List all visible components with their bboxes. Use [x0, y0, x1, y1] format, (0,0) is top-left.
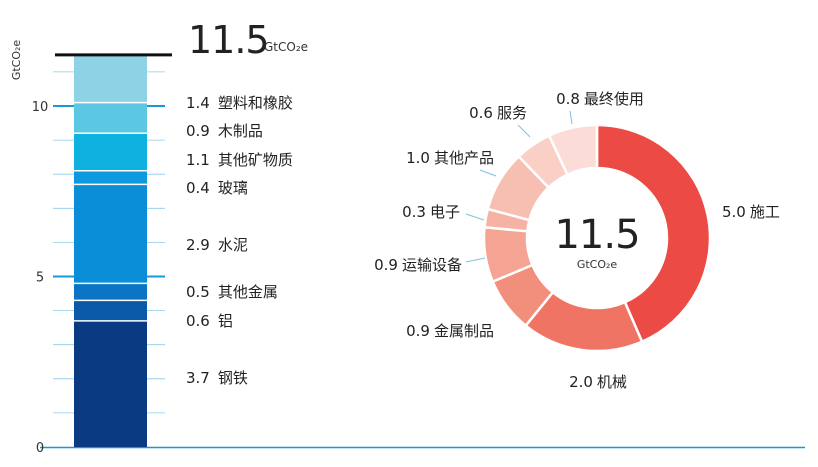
donut-slice-category: 施工 — [750, 203, 780, 221]
leader-line — [517, 124, 531, 138]
donut-slice-label-2: 0.9 金属制品 — [406, 322, 494, 340]
bar-segment-category: 钢铁 — [218, 369, 248, 387]
bar-segment-5 — [74, 133, 147, 171]
bar-segment-label-6: 0.9 木制品 — [186, 122, 263, 140]
donut-slice-category: 最终使用 — [584, 90, 644, 108]
material-emissions-chart: 0510GtCO₂e 11.5GtCO₂e3.7 钢铁0.6 铝0.5 其他金属2.9 水… — [10, 18, 805, 456]
donut-slice-label-5: 1.0 其他产品 — [406, 149, 494, 167]
bar-segment-label-2: 0.5 其他金属 — [186, 283, 278, 301]
donut-slice-label-7: 0.8 最终使用 — [556, 90, 644, 108]
y-tick-label: 5 — [36, 271, 44, 286]
bar-segment-4 — [74, 170, 147, 185]
donut-slice-value: 0.8 — [556, 90, 580, 108]
chart-canvas: 0 5 10 GtCO₂e 11.5 GtCO₂e 3.7 钢铁 0.6 铝 0.5 其他金属 2.9 水… — [0, 0, 818, 467]
bar-segment-value: 0.9 — [186, 122, 210, 140]
y-tick-label: 0 — [36, 441, 44, 456]
donut-slice-value: 0.9 — [374, 256, 398, 274]
bar-segment-value: 0.6 — [186, 312, 210, 330]
bar-segment-1 — [74, 300, 147, 321]
bar-segment-7 — [74, 54, 147, 103]
donut-slice-category: 运输设备 — [402, 256, 462, 274]
bar-segment-0 — [74, 320, 147, 447]
bar-segment-label-7: 1.4 塑料和橡胶 — [186, 94, 293, 112]
donut-slice-label-1: 2.0 机械 — [569, 373, 627, 391]
leader-line — [465, 257, 486, 263]
bar-segment-label-4: 0.4 玻璃 — [186, 179, 248, 197]
bar-segment-6 — [74, 102, 147, 134]
bar-segment-value: 0.4 — [186, 179, 210, 197]
donut-slice-label-0: 5.0 施工 — [722, 203, 780, 221]
y-tick-label: 10 — [32, 100, 49, 115]
bar-segment-category: 玻璃 — [218, 179, 248, 197]
donut-chart: 5.0 施工2.0 机械0.9 金属制品0.9 运输设备0.3 电子1.0 其他产品0.6 服… — [374, 90, 780, 391]
bar-segment-category: 其他矿物质 — [218, 151, 293, 169]
donut-slice-label-6: 0.6 服务 — [469, 104, 527, 122]
bar-segment-category: 水泥 — [218, 236, 248, 254]
donut-slice-value: 0.9 — [406, 322, 430, 340]
bar-segment-value: 1.4 — [186, 94, 210, 112]
bar-segment-2 — [74, 283, 147, 301]
bar-segment-category: 木制品 — [218, 122, 263, 140]
donut-slice-category: 服务 — [497, 104, 527, 122]
donut-slice-value: 2.0 — [569, 373, 593, 391]
donut-slice-value: 5.0 — [722, 203, 746, 221]
donut-slice-label-3: 0.9 运输设备 — [374, 256, 462, 274]
donut-slice-value: 0.3 — [402, 203, 426, 221]
bar-segment-value: 3.7 — [186, 369, 210, 387]
y-axis-label: GtCO₂e — [10, 40, 23, 81]
bar-segment-label-0: 3.7 钢铁 — [186, 369, 248, 387]
bar-segment-category: 其他金属 — [218, 283, 278, 301]
donut-slice-category: 其他产品 — [434, 149, 494, 167]
bar-segment-value: 1.1 — [186, 151, 210, 169]
bar-segment-label-3: 2.9 水泥 — [186, 236, 248, 254]
bar-segment-category: 铝 — [218, 312, 233, 330]
bar-segment-value: 0.5 — [186, 283, 210, 301]
donut-slice-label-4: 0.3 电子 — [402, 203, 460, 221]
leader-line — [569, 110, 573, 125]
total-unit: GtCO₂e — [264, 40, 308, 54]
bar-segment-label-5: 1.1 其他矿物质 — [186, 151, 293, 169]
donut-slice-category: 电子 — [430, 203, 460, 221]
donut-slice-category: 金属制品 — [434, 322, 494, 340]
leader-line — [465, 213, 485, 221]
donut-slice-category: 机械 — [597, 373, 627, 391]
donut-center-value: 11.5 — [554, 212, 639, 258]
bar-segment-3 — [74, 184, 147, 284]
bar-segment-category: 塑料和橡胶 — [218, 94, 293, 112]
leader-line — [479, 169, 497, 177]
donut-slice-value: 1.0 — [406, 149, 430, 167]
total-value: 11.5 — [188, 18, 269, 62]
bar-segment-label-1: 0.6 铝 — [186, 312, 233, 330]
donut-center-unit: GtCO₂e — [577, 258, 618, 271]
bar-segment-value: 2.9 — [186, 236, 210, 254]
donut-slice-value: 0.6 — [469, 104, 493, 122]
